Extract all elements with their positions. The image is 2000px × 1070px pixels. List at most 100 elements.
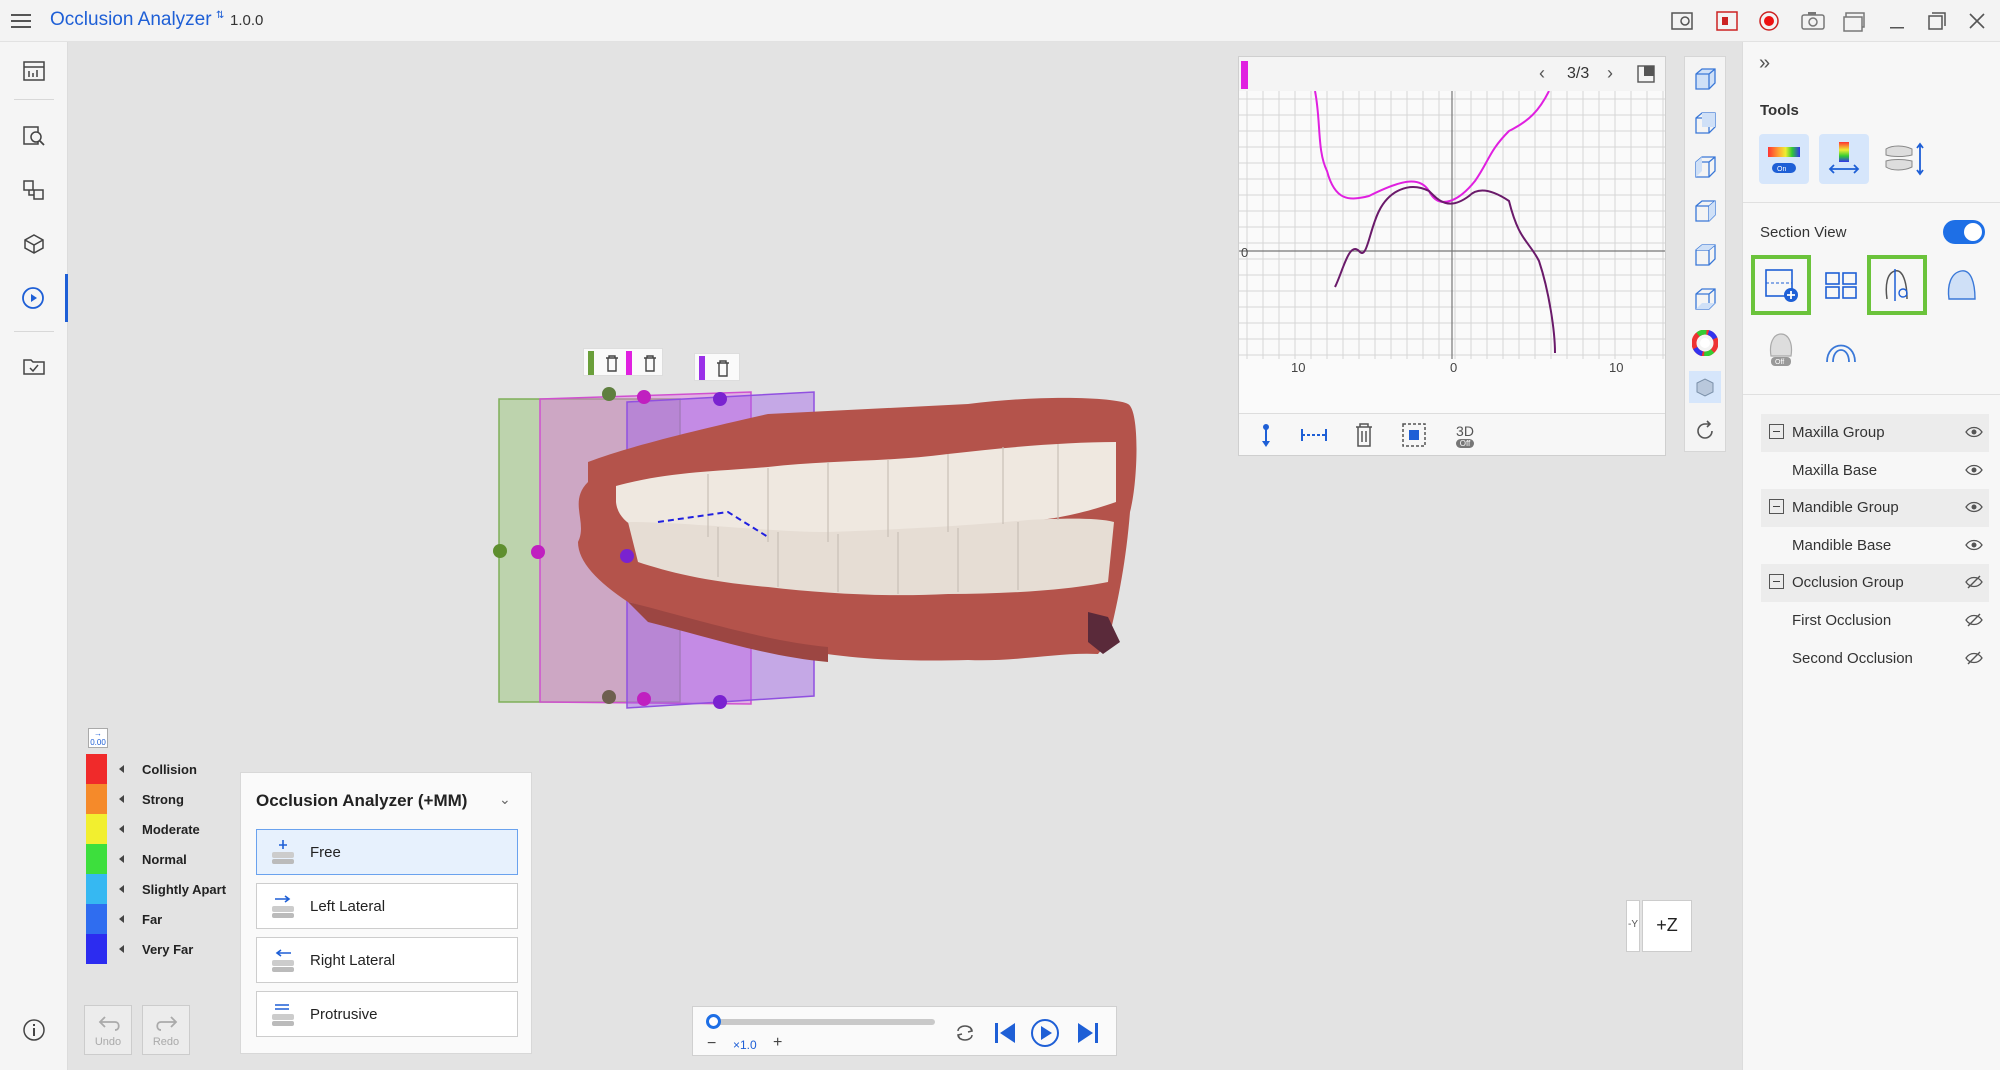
capture-region-icon[interactable]	[1670, 9, 1696, 33]
rail-item-model[interactable]	[0, 220, 68, 268]
speed-increase-button[interactable]: +	[773, 1034, 782, 1052]
tree-group-occlusion[interactable]: Occlusion Group	[1761, 564, 1989, 602]
skip-start-button[interactable]	[990, 1018, 1020, 1048]
tree-group-mandible[interactable]: Mandible Group	[1761, 489, 1989, 527]
skip-end-button[interactable]	[1073, 1018, 1103, 1048]
view-back-icon[interactable]	[1689, 107, 1721, 139]
tree-item-first-occlusion[interactable]: First Occlusion	[1761, 602, 1989, 640]
add-section-plane-button[interactable]	[1751, 255, 1811, 315]
rail-item-occlusion[interactable]	[0, 274, 68, 322]
minimize-icon[interactable]	[1884, 9, 1910, 33]
motion-option-protrusive[interactable]: Protrusive	[256, 991, 518, 1037]
loop-button[interactable]	[950, 1018, 980, 1048]
view-left-icon[interactable]	[1689, 151, 1721, 183]
view-top-icon[interactable]	[1689, 239, 1721, 271]
plane-handle[interactable]	[637, 692, 651, 706]
chevron-down-icon[interactable]: ⌄	[499, 791, 511, 808]
reset-view-icon[interactable]	[1689, 415, 1721, 447]
collapse-icon[interactable]	[1769, 499, 1784, 515]
rail-item-export[interactable]	[0, 342, 68, 390]
plane-handle[interactable]	[602, 387, 616, 401]
motion-option-left-lateral[interactable]: Left Lateral	[256, 883, 518, 929]
tree-item-mandible-base[interactable]: Mandible Base	[1761, 527, 1989, 565]
plane-handle[interactable]	[531, 545, 545, 559]
eye-icon[interactable]	[1965, 425, 1983, 439]
eye-off-icon[interactable]	[1965, 651, 1983, 665]
legend-arrow-icon[interactable]	[119, 915, 124, 923]
rail-item-inspect[interactable]	[0, 112, 68, 160]
plane-handle[interactable]	[493, 544, 507, 558]
legend-arrow-icon[interactable]	[119, 855, 124, 863]
legend-arrow-icon[interactable]	[119, 825, 124, 833]
rail-item-info[interactable]	[0, 1006, 68, 1054]
3d-toggle[interactable]: 3D Off	[1447, 420, 1483, 450]
section-shape-button[interactable]	[1931, 255, 1991, 315]
tree-item-second-occlusion[interactable]: Second Occlusion	[1761, 640, 1989, 678]
view-bottom-icon[interactable]	[1689, 283, 1721, 315]
axis-side-button[interactable]: -Y	[1626, 900, 1640, 952]
tree-group-maxilla[interactable]: Maxilla Group	[1761, 414, 1989, 452]
3d-label: 3D	[1456, 422, 1474, 439]
rail-item-reports[interactable]	[0, 47, 68, 95]
collapse-panel-icon[interactable]: »	[1759, 52, 1770, 75]
prev-page-icon[interactable]: ‹	[1539, 63, 1545, 84]
plane-handle[interactable]	[713, 392, 727, 406]
measure-vertical-icon[interactable]	[1251, 420, 1281, 450]
collapse-icon[interactable]	[1769, 574, 1784, 590]
record-icon[interactable]	[1756, 9, 1782, 33]
delete-measure-icon[interactable]	[1349, 420, 1379, 450]
color-map-toggle-button[interactable]: On	[1759, 134, 1809, 184]
undo-button[interactable]: Undo	[84, 1005, 132, 1055]
motion-option-right-lateral[interactable]: Right Lateral	[256, 937, 518, 983]
axis-main-button[interactable]: +Z	[1642, 900, 1692, 952]
plane-handle[interactable]	[713, 695, 727, 709]
solid-view-icon[interactable]	[1689, 371, 1721, 403]
menu-icon[interactable]	[10, 10, 32, 32]
plane-handle[interactable]	[620, 549, 634, 563]
legend-arrow-icon[interactable]	[119, 765, 124, 773]
close-icon[interactable]	[1964, 9, 1990, 33]
legend-arrow-icon[interactable]	[119, 945, 124, 953]
playback-slider-handle[interactable]	[706, 1014, 721, 1029]
redo-button[interactable]: Redo	[142, 1005, 190, 1055]
gallery-icon[interactable]	[1842, 9, 1868, 33]
tree-item-maxilla-base[interactable]: Maxilla Base	[1761, 452, 1989, 490]
multi-view-button[interactable]	[1811, 255, 1871, 315]
eye-icon[interactable]	[1965, 538, 1983, 552]
legend-arrow-icon[interactable]	[119, 795, 124, 803]
eye-icon[interactable]	[1965, 500, 1983, 514]
legend-arrow-icon[interactable]	[119, 885, 124, 893]
plane-handle[interactable]	[602, 690, 616, 704]
delete-plane-icon[interactable]	[715, 359, 731, 382]
speed-decrease-button[interactable]: −	[707, 1035, 716, 1053]
restore-icon[interactable]	[1924, 9, 1950, 33]
section-view-toggle[interactable]	[1943, 220, 1985, 244]
collapse-icon[interactable]	[1769, 424, 1784, 439]
arch-icon	[1826, 344, 1856, 363]
eye-off-icon[interactable]	[1965, 575, 1983, 589]
arch-view-button[interactable]	[1811, 318, 1871, 378]
tooth-display-off-button[interactable]: Off	[1751, 318, 1811, 378]
jaw-motion-button[interactable]	[1879, 134, 1929, 184]
expand-panel-icon[interactable]	[1637, 65, 1655, 88]
play-button[interactable]	[1030, 1018, 1060, 1048]
distance-map-button[interactable]	[1819, 134, 1869, 184]
plane-handle[interactable]	[637, 390, 651, 404]
motion-option-free[interactable]: Free	[256, 829, 518, 875]
delete-plane-icon[interactable]	[642, 354, 658, 377]
legend-reset-icon[interactable]: → 0.00	[88, 728, 108, 748]
measure-horizontal-icon[interactable]	[1299, 420, 1329, 450]
eye-icon[interactable]	[1965, 463, 1983, 477]
next-page-icon[interactable]: ›	[1607, 63, 1613, 84]
record-region-icon[interactable]	[1714, 9, 1740, 33]
view-right-icon[interactable]	[1689, 195, 1721, 227]
delete-plane-icon[interactable]	[604, 354, 620, 377]
color-wheel-icon[interactable]	[1689, 327, 1721, 359]
tooth-section-button[interactable]	[1867, 255, 1927, 315]
camera-icon[interactable]	[1800, 9, 1826, 33]
eye-off-icon[interactable]	[1965, 613, 1983, 627]
fit-view-icon[interactable]	[1399, 420, 1429, 450]
rail-item-align[interactable]	[0, 166, 68, 214]
view-front-icon[interactable]	[1689, 63, 1721, 95]
playback-slider[interactable]	[713, 1019, 935, 1025]
